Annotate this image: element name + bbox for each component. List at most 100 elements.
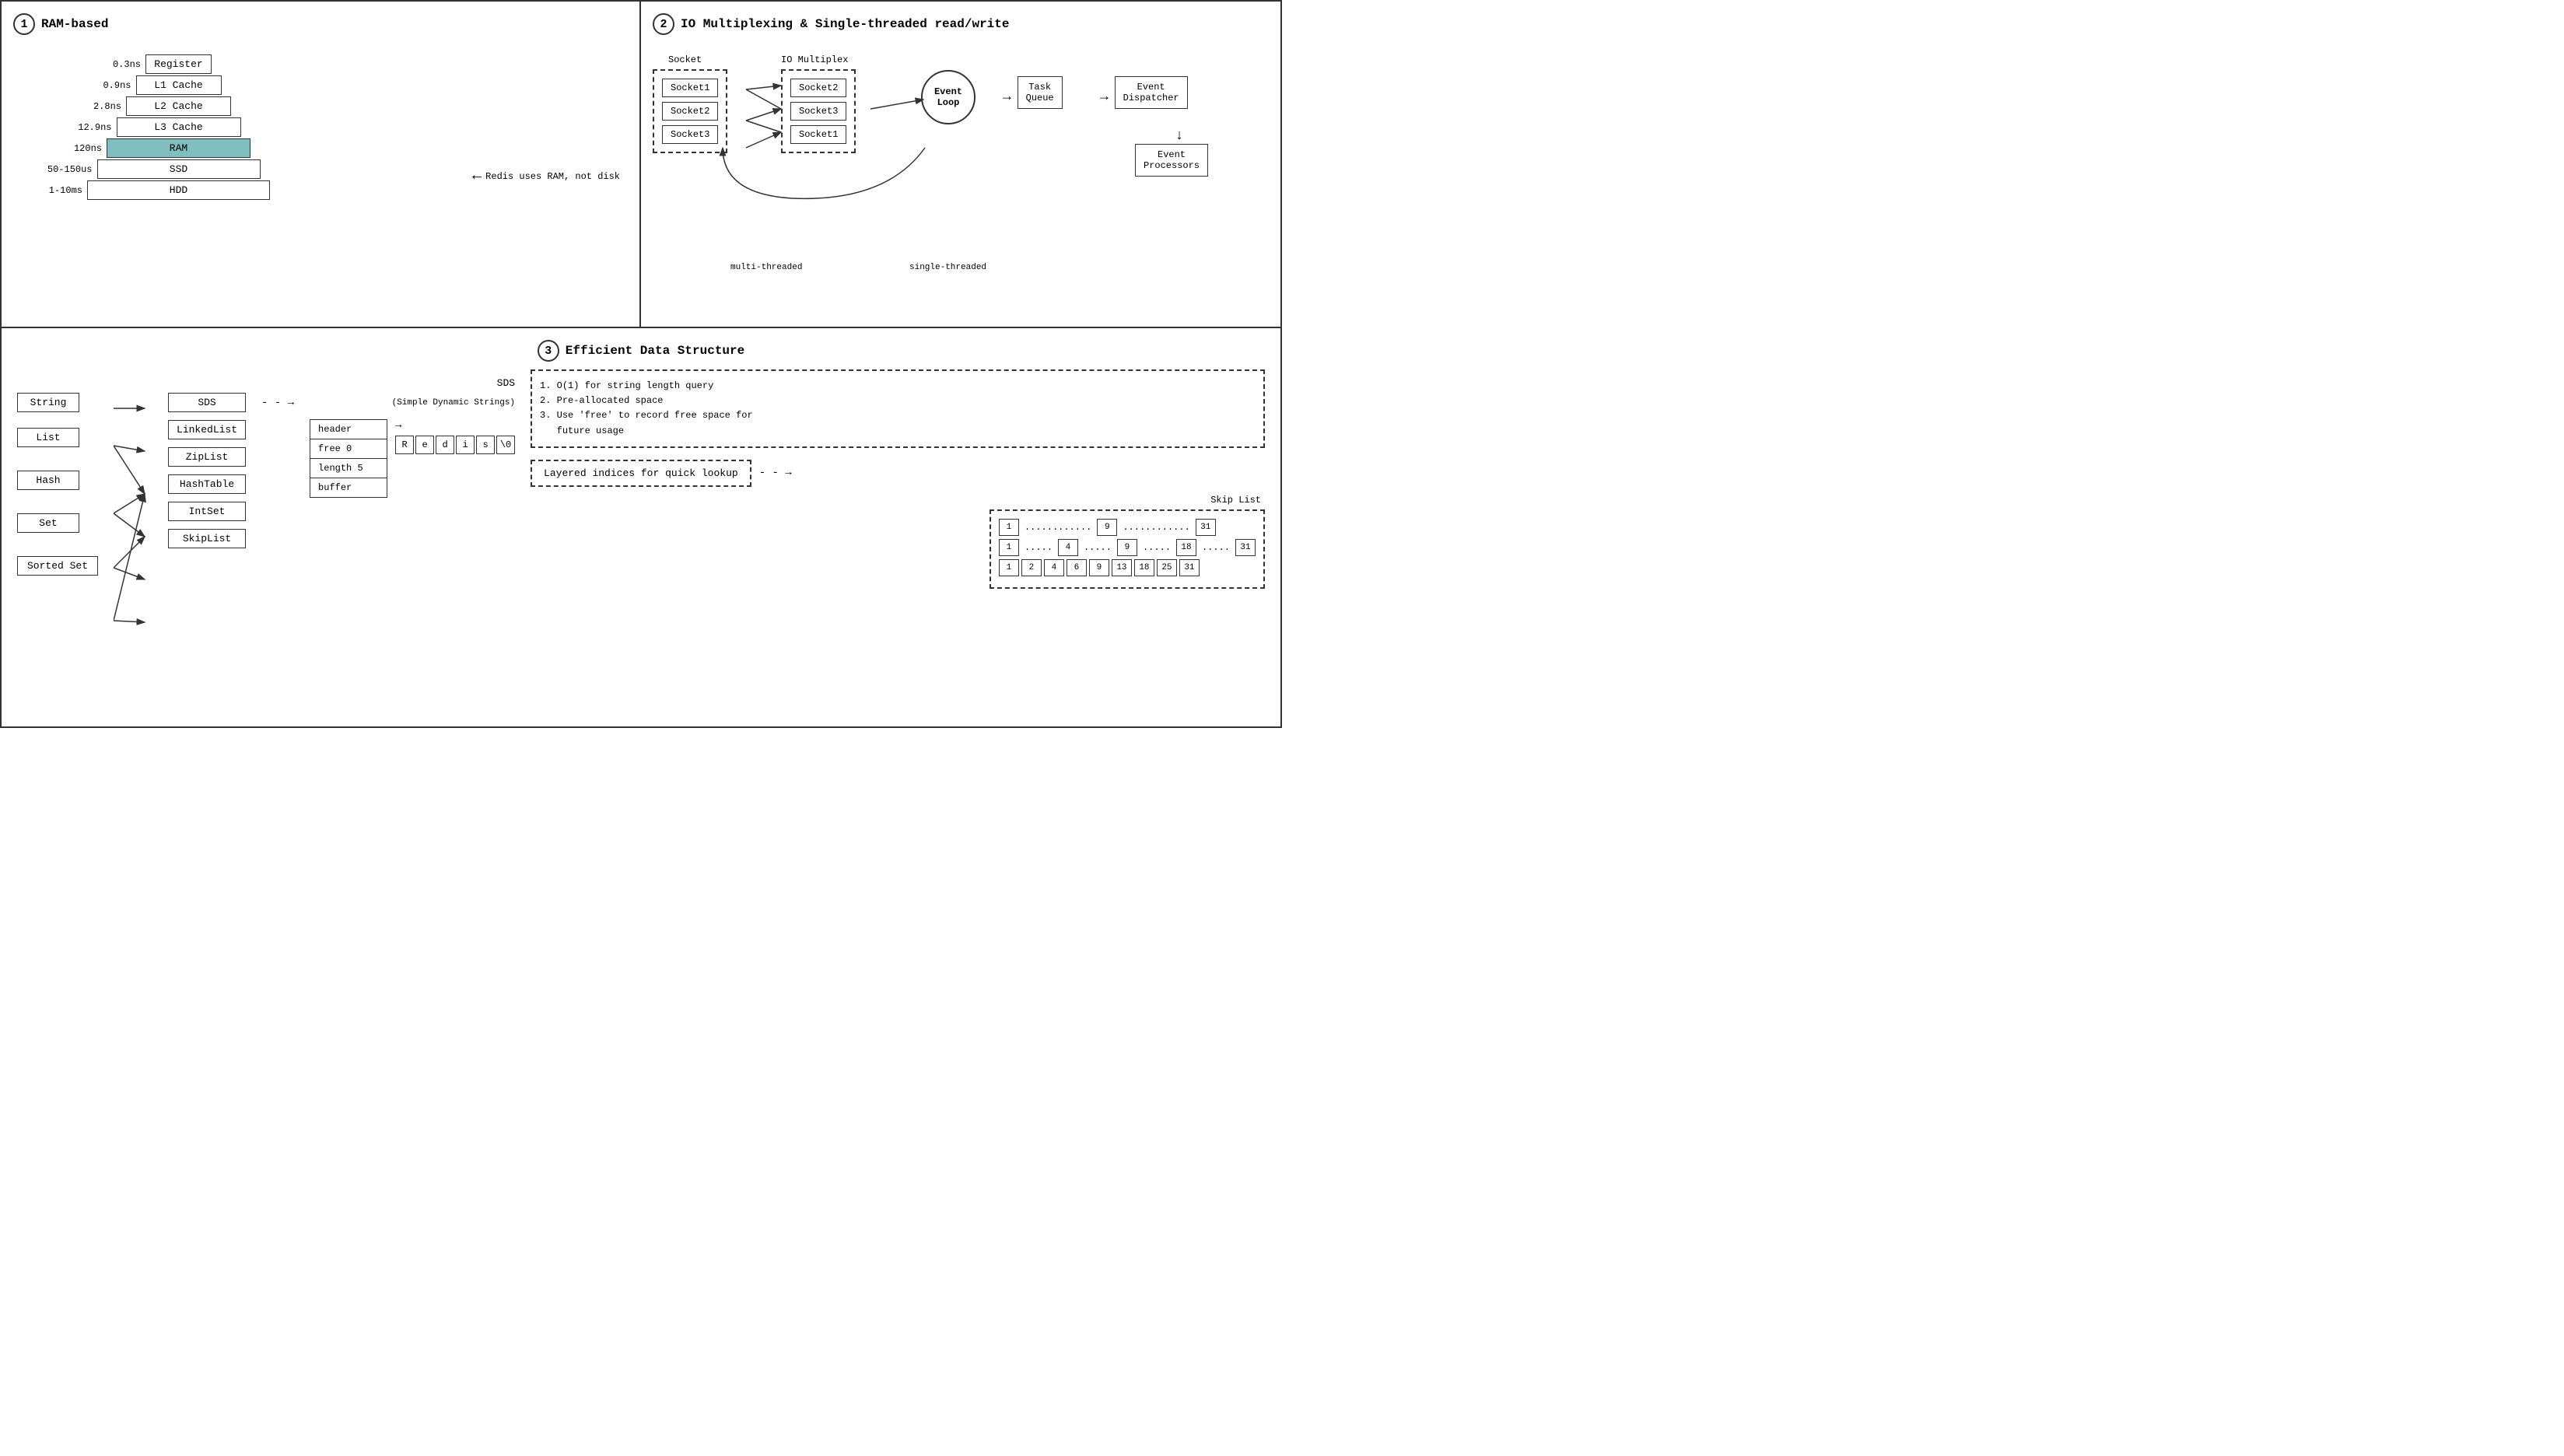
sds-info-box: 1. O(1) for string length query 2. Pre-a… [531, 369, 1265, 448]
io-multiplex-container: IO Multiplex Socket2 Socket3 Socket1 [781, 54, 856, 153]
arrow-down-icon: ↓ [1151, 128, 1208, 144]
event-loop-container: EventLoop [921, 70, 976, 124]
arrow-to-task: → [1003, 89, 1011, 105]
skip-2-1: 1 [999, 539, 1019, 556]
task-queue: TaskQueue [1018, 76, 1063, 109]
impl-skiplist: SkipList [168, 529, 246, 548]
section1-title: 1 RAM-based [13, 13, 628, 35]
skip-1-9: 9 [1097, 519, 1117, 536]
sds-title: SDS [310, 377, 515, 389]
sds-length: length 5 [310, 459, 387, 478]
single-threaded-label: single-threaded [909, 263, 986, 272]
type-sortedset-box: Sorted Set [17, 556, 98, 576]
sds-subtitle: (Simple Dynamic Strings) [310, 398, 515, 408]
type-hash-box: Hash [17, 471, 79, 490]
skip-3-1: 1 [999, 559, 1019, 576]
tier-box-0: Register [145, 54, 212, 74]
tier-box-1: L1 Cache [136, 75, 222, 95]
skip-list-section: Layered indices for quick lookup - - → S… [531, 460, 1265, 589]
skip-2-9: 9 [1117, 539, 1137, 556]
section3-num: 3 [538, 340, 559, 362]
sds-info-1: 1. O(1) for string length query [540, 379, 1256, 394]
dots-3: ..... [1021, 542, 1056, 553]
type-list-box: List [17, 428, 79, 447]
io-socket-3: Socket3 [790, 102, 846, 121]
sds-struct: header free 0 length 5 buffer → R e d i [310, 419, 515, 498]
pyramid: 0.3ns Register 0.9ns L1 Cache 2.8ns L2 C… [29, 54, 270, 201]
dots-5: ..... [1140, 542, 1174, 553]
type-list: List [17, 428, 98, 447]
sds-info-3: 3. Use 'free' to record free space for [540, 408, 1256, 423]
tier-label-3: 12.9ns [58, 122, 117, 133]
skip-row-3: 1 2 4 6 9 13 18 25 31 [999, 559, 1256, 576]
io-socket-1: Socket1 [790, 125, 846, 144]
impl-linkedlist: LinkedList [168, 420, 246, 439]
dash-arrow-sds: - - → [261, 397, 294, 409]
impl-intset: IntSet [168, 502, 246, 521]
skip-3-9: 9 [1089, 559, 1109, 576]
arrow-left-icon: ← [472, 167, 482, 185]
event-loop: EventLoop [921, 70, 976, 124]
skip-3-2: 2 [1021, 559, 1042, 576]
tier-box-ram: RAM [107, 138, 250, 158]
types-col: String List Hash Set Sorted Set [17, 369, 98, 576]
tier-label-0: 0.3ns [87, 59, 145, 70]
sds-info-2: 2. Pre-allocated space [540, 394, 1256, 408]
char-d: d [436, 436, 454, 454]
socket-label: Socket [668, 54, 727, 65]
panel-2: 2 IO Multiplexing & Single-threaded read… [641, 2, 1280, 327]
type-set: Set [17, 513, 98, 533]
socket-group-container: Socket Socket1 Socket2 Socket3 [653, 54, 727, 153]
skip-list-diagram: Skip List 1 ............ 9 ............ … [531, 495, 1265, 589]
socket-box-2: Socket2 [662, 102, 718, 121]
skip-row-2: 1 ..... 4 ..... 9 ..... 18 ..... 31 [999, 539, 1256, 556]
layered-row: Layered indices for quick lookup - - → [531, 460, 1265, 487]
event-dispatcher: EventDispatcher [1115, 76, 1188, 109]
event-processors-container: ↓ EventProcessors [1135, 128, 1208, 177]
socket-group: Socket1 Socket2 Socket3 [662, 79, 718, 144]
skip-row-1: 1 ............ 9 ............ 31 [999, 519, 1256, 536]
char-s: s [476, 436, 495, 454]
socket-box-3: Socket3 [662, 125, 718, 144]
panel-1: 1 RAM-based 0.3ns Register 0.9ns L1 Cach… [2, 2, 641, 327]
section2-title: 2 IO Multiplexing & Single-threaded read… [653, 13, 1269, 35]
skip-1-1: 1 [999, 519, 1019, 536]
sds-diagram-col: SDS (Simple Dynamic Strings) header free… [310, 369, 515, 498]
skip-3-13: 13 [1112, 559, 1132, 576]
tier-box-3: L3 Cache [117, 117, 241, 137]
io-diagram: Socket Socket1 Socket2 Socket3 IO Multip… [653, 47, 1269, 280]
section1-label: RAM-based [41, 17, 108, 31]
tier-box-6: HDD [87, 180, 270, 200]
skip-3-31: 31 [1179, 559, 1200, 576]
event-processors: EventProcessors [1135, 144, 1208, 177]
dash-arrow-skiplist: - - → [759, 467, 792, 479]
type-string: String [17, 393, 98, 412]
section3-content: String List Hash Set Sorted Set [17, 369, 1265, 696]
io-multiplex-label: IO Multiplex [781, 54, 856, 65]
skip-3-25: 25 [1157, 559, 1177, 576]
dots-1: ............ [1021, 522, 1095, 533]
tier-label-1: 0.9ns [78, 80, 136, 91]
section2-label: IO Multiplexing & Single-threaded read/w… [681, 17, 1009, 31]
ram-note-text: Redis uses RAM, not disk [485, 171, 620, 182]
sds-header: header [310, 420, 387, 439]
socket-dashed-box: Socket1 Socket2 Socket3 [653, 69, 727, 153]
section3-title: 3 Efficient Data Structure [17, 340, 1265, 362]
section3-label: Efficient Data Structure [566, 344, 744, 358]
impl-ziplist: ZipList [168, 447, 246, 467]
top-row: 1 RAM-based 0.3ns Register 0.9ns L1 Cach… [2, 2, 1280, 328]
impls-col: SDS LinkedList ZipList HashTable IntSet … [168, 369, 246, 548]
tier-box-5: SSD [97, 159, 261, 179]
impl-hashtable: HashTable [168, 474, 246, 494]
sds-info-3b: future usage [540, 424, 1256, 439]
tier-label-2: 2.8ns [68, 101, 126, 112]
tier-box-2: L2 Cache [126, 96, 231, 116]
skip-2-31: 31 [1235, 539, 1256, 556]
multi-threaded-label: multi-threaded [730, 263, 802, 272]
skip-2-4: 4 [1058, 539, 1078, 556]
tier-label-6: 1-10ms [29, 185, 87, 196]
main-container: 1 RAM-based 0.3ns Register 0.9ns L1 Cach… [0, 0, 1282, 728]
char-null: \0 [496, 436, 515, 454]
impl-sds: SDS [168, 393, 246, 412]
layered-box: Layered indices for quick lookup [531, 460, 751, 487]
